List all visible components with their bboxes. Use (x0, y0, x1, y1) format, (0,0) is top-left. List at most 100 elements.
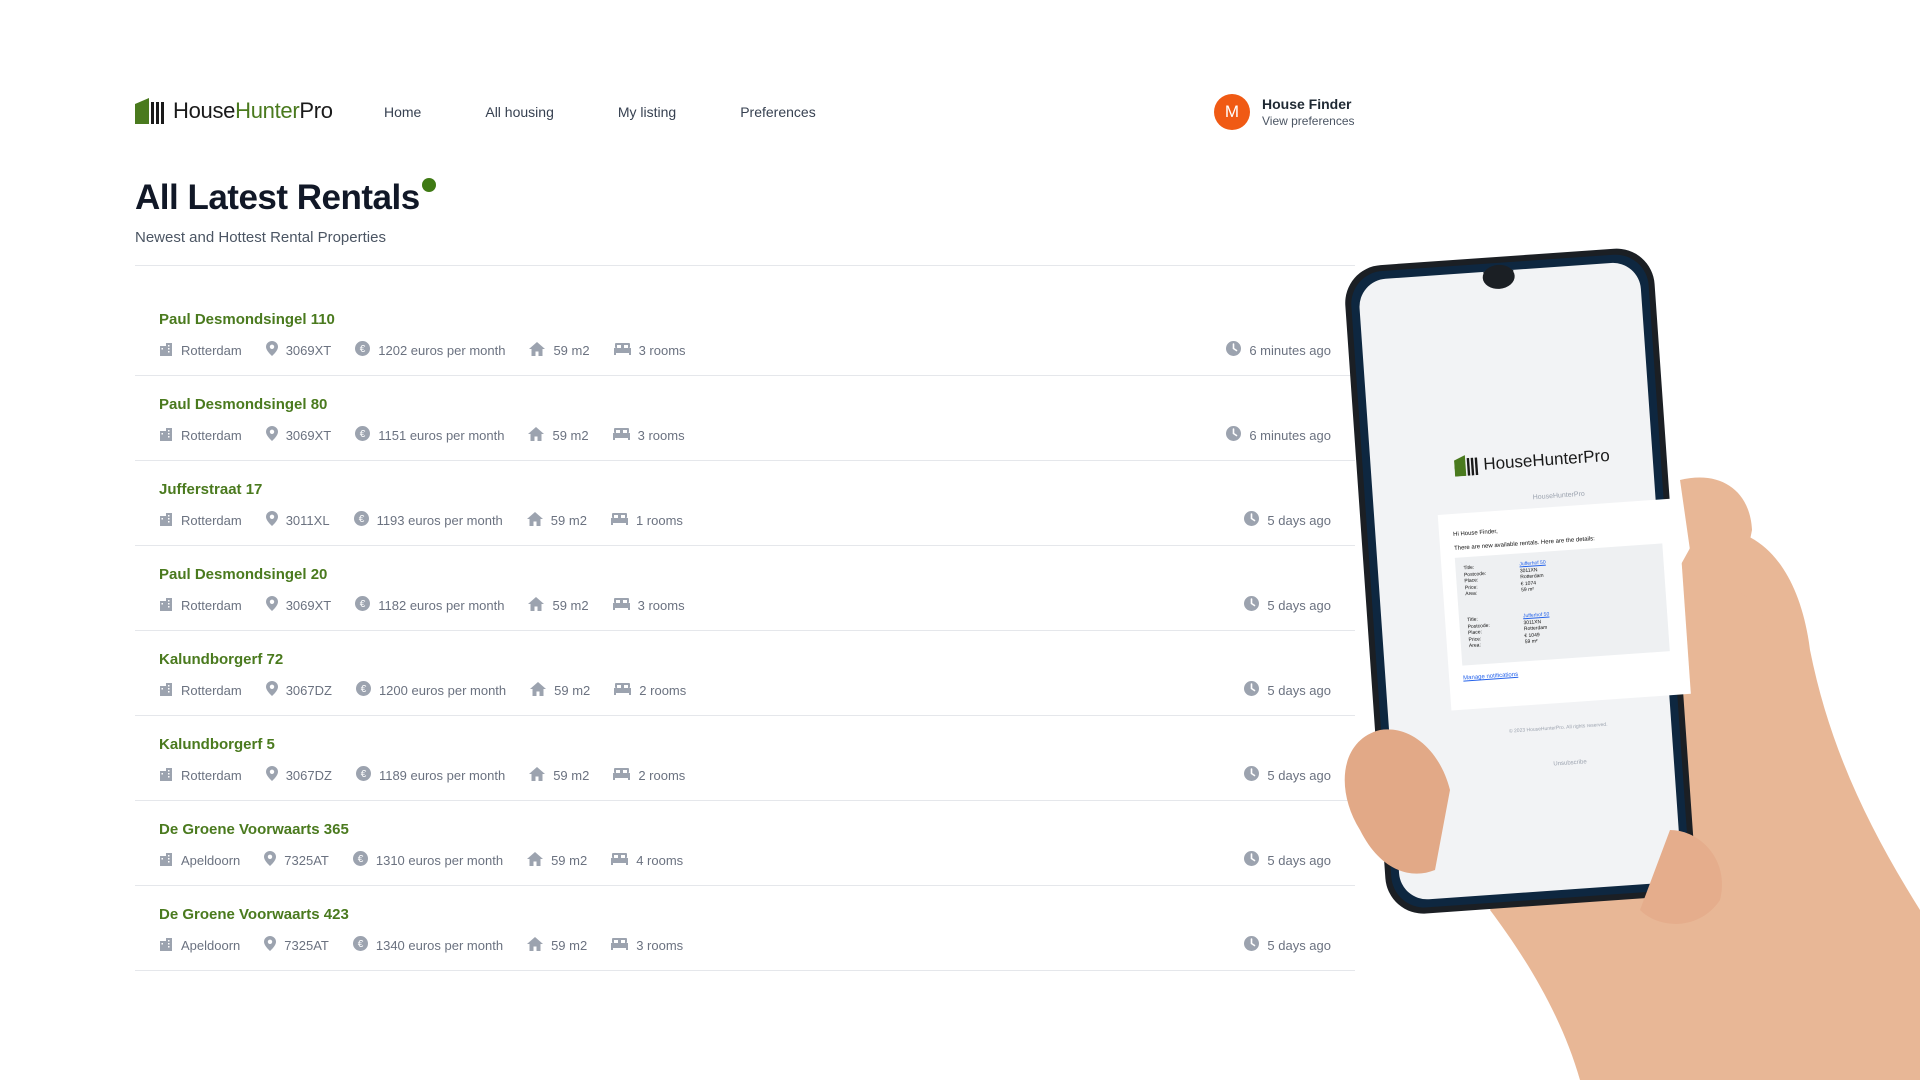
bed-icon (614, 682, 639, 698)
listing-postcode: 7325AT (264, 936, 329, 954)
listing-title[interactable]: Kalundborgerf 5 (159, 736, 275, 753)
listing-row[interactable]: De Groene Voorwaarts 423 Apeldoorn 7325A… (135, 886, 1355, 971)
page-subtitle: Newest and Hottest Rental Properties (135, 229, 386, 246)
listing-time: 6 minutes ago (1226, 341, 1331, 359)
listing-time: 5 days ago (1244, 851, 1331, 869)
euro-icon: € (352, 851, 376, 869)
house-icon (529, 341, 553, 359)
listing-city: Rotterdam (159, 427, 242, 444)
listing-postcode: 3067DZ (265, 766, 332, 784)
avatar[interactable]: M (1214, 94, 1250, 130)
listing-area: 59 m2 (529, 766, 589, 784)
email-logo: HouseHunterPro (1453, 445, 1611, 477)
listing-postcode: 3069XT (265, 596, 331, 614)
listing-city: Rotterdam (159, 342, 242, 359)
svg-text:€: € (358, 939, 364, 950)
listing-area: 59 m2 (528, 426, 589, 444)
listing-rooms: 3 rooms (612, 597, 685, 613)
listing-time: 5 days ago (1244, 596, 1331, 614)
listing-city: Rotterdam (159, 682, 242, 699)
clock-icon (1226, 426, 1249, 444)
listing-area: 59 m2 (527, 851, 587, 869)
listing-time: 6 minutes ago (1226, 426, 1331, 444)
listing-title[interactable]: De Groene Voorwaarts 423 (159, 906, 349, 923)
listing-meta: Rotterdam 3069XT €1151 euros per month 5… (159, 426, 709, 444)
listing-city: Rotterdam (159, 597, 242, 614)
email-logo-icon (1453, 455, 1479, 477)
listing-row[interactable]: Kalundborgerf 5 Rotterdam 3067DZ €1189 e… (135, 716, 1355, 801)
user-name: House Finder (1262, 96, 1352, 112)
listing-meta: Apeldoorn 7325AT €1340 euros per month 5… (159, 936, 707, 954)
bed-icon (612, 427, 638, 443)
nav-my-listing[interactable]: My listing (618, 104, 676, 120)
listing-title[interactable]: Paul Desmondsingel 20 (159, 566, 327, 583)
euro-icon: € (355, 341, 378, 359)
listing-row[interactable]: Jufferstraat 17 Rotterdam 3011XL €1193 e… (135, 461, 1355, 546)
listing-row[interactable]: Paul Desmondsingel 110 Rotterdam 3069XT … (135, 291, 1355, 376)
euro-icon: € (355, 766, 379, 784)
listing-meta: Rotterdam 3067DZ €1189 euros per month 5… (159, 766, 709, 784)
email-listing-box: Title: Postcode: Place: Price: Area: Juf… (1454, 543, 1670, 666)
listing-area: 59 m2 (529, 341, 590, 359)
manage-notifications-link[interactable]: Manage notifications (1463, 672, 1518, 682)
listing-postcode: 3011XL (265, 511, 330, 529)
listing-row[interactable]: Paul Desmondsingel 80 Rotterdam 3069XT €… (135, 376, 1355, 461)
listing-postcode: 3069XT (265, 341, 331, 359)
svg-text:€: € (361, 684, 367, 695)
unsubscribe-link[interactable]: Unsubscribe (1553, 759, 1587, 767)
listing-price: €1200 euros per month (355, 681, 506, 699)
listing-title[interactable]: Paul Desmondsingel 110 (159, 311, 335, 328)
user-menu[interactable]: M House Finder View preferences (1214, 94, 1355, 130)
house-icon (527, 851, 551, 869)
svg-text:€: € (360, 599, 366, 610)
house-icon (529, 766, 553, 784)
location-pin-icon (265, 511, 286, 529)
listing-meta: Rotterdam 3067DZ €1200 euros per month 5… (159, 681, 710, 699)
listing-title[interactable]: De Groene Voorwaarts 365 (159, 821, 349, 838)
house-icon (527, 936, 551, 954)
location-pin-icon (264, 851, 284, 869)
listing-row[interactable]: Kalundborgerf 72 Rotterdam 3067DZ €1200 … (135, 631, 1355, 716)
nav-all-housing[interactable]: All housing (485, 104, 554, 120)
listing-row[interactable]: De Groene Voorwaarts 365 Apeldoorn 7325A… (135, 801, 1355, 886)
email-entry: Title: Postcode: Place: Price: Area: Juf… (1466, 611, 1550, 650)
svg-text:€: € (360, 344, 366, 355)
listing-rooms: 3 rooms (612, 427, 685, 443)
brand-logo[interactable]: HouseHunterPro (135, 98, 333, 124)
svg-text:€: € (358, 514, 364, 525)
building-icon (159, 342, 181, 359)
listing-title[interactable]: Jufferstraat 17 (159, 481, 262, 498)
building-icon (159, 512, 181, 529)
main-nav: Home All housing My listing Preferences (384, 104, 880, 120)
listing-city: Apeldoorn (159, 937, 240, 954)
divider (135, 265, 1355, 266)
listing-time: 5 days ago (1244, 511, 1331, 529)
bed-icon (610, 512, 636, 528)
email-greeting: Hi House Finder, (1452, 528, 1498, 538)
page-title-block: All Latest Rentals (135, 178, 436, 218)
listing-meta: Apeldoorn 7325AT €1310 euros per month 5… (159, 851, 707, 869)
listing-row[interactable]: Paul Desmondsingel 20 Rotterdam 3069XT €… (135, 546, 1355, 631)
listing-city: Apeldoorn (159, 852, 240, 869)
clock-icon (1244, 681, 1267, 699)
bed-icon (613, 767, 638, 783)
listing-postcode: 3067DZ (265, 681, 332, 699)
view-preferences-link[interactable]: View preferences (1262, 113, 1355, 129)
location-pin-icon (265, 596, 286, 614)
nav-preferences[interactable]: Preferences (740, 104, 815, 120)
clock-icon (1244, 596, 1267, 614)
listing-meta: Rotterdam 3069XT €1182 euros per month 5… (159, 596, 709, 614)
listing-price: €1193 euros per month (353, 511, 503, 529)
nav-home[interactable]: Home (384, 104, 421, 120)
top-header: HouseHunterPro Home All housing My listi… (135, 94, 1355, 136)
phone-mockup: HouseHunterPro HouseHunterPro Hi House F… (1340, 230, 1920, 1080)
listing-time: 5 days ago (1244, 681, 1331, 699)
listing-title[interactable]: Kalundborgerf 72 (159, 651, 283, 668)
listing-price: €1189 euros per month (355, 766, 505, 784)
building-icon (159, 597, 181, 614)
listing-title[interactable]: Paul Desmondsingel 80 (159, 396, 327, 413)
listing-rooms: 3 rooms (611, 937, 683, 953)
listing-price: €1182 euros per month (355, 596, 504, 614)
location-pin-icon (264, 936, 284, 954)
clock-icon (1244, 511, 1267, 529)
